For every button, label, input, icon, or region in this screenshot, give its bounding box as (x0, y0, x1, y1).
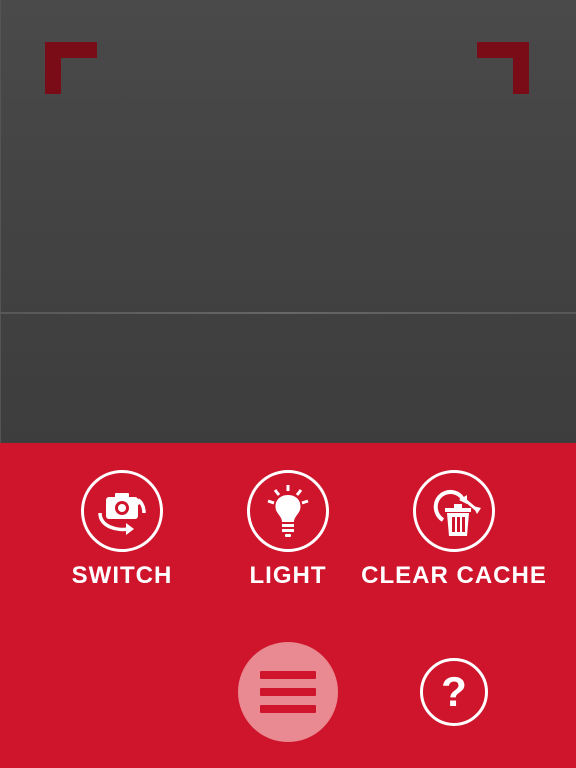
viewfinder-edge (0, 0, 1, 443)
camera-switch-icon (98, 493, 146, 535)
viewfinder-seam (0, 312, 576, 314)
menu-button[interactable] (238, 642, 338, 742)
light-ring (247, 470, 329, 552)
light-button[interactable]: LIGHT (236, 470, 340, 590)
lightbulb-icon (267, 485, 309, 537)
hamburger-menu-icon (260, 671, 316, 713)
camera-viewfinder (0, 0, 576, 443)
clear-cache-label: CLEAR CACHE (361, 562, 547, 589)
switch-ring (81, 470, 163, 552)
light-label: LIGHT (249, 562, 327, 589)
switch-label: SWITCH (71, 562, 173, 589)
clear-cache-icon (433, 489, 481, 536)
switch-camera-button[interactable]: SWITCH (70, 470, 174, 590)
clear-cache-button[interactable]: CLEAR CACHE (354, 470, 554, 590)
scan-corner-top-right (477, 42, 529, 94)
clear-cache-ring (413, 470, 495, 552)
help-button[interactable]: ? (420, 658, 488, 726)
scan-corner-top-left (45, 42, 97, 94)
help-icon: ? (441, 668, 467, 715)
